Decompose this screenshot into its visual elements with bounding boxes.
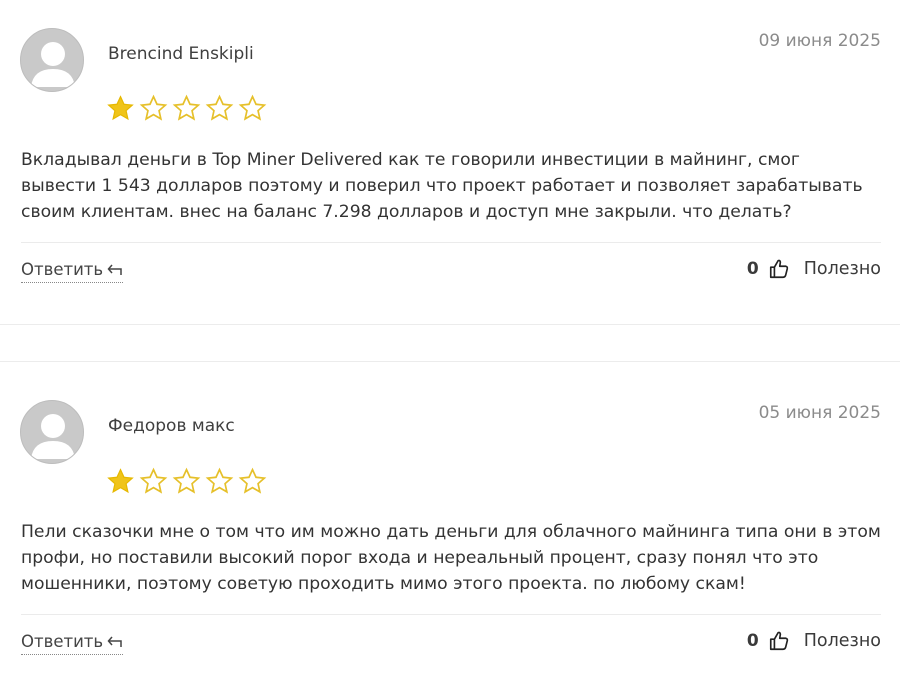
review-text-line: своим клиентам. внес на баланс 7.298 дол… — [21, 202, 792, 222]
review-author: Федоров макс — [108, 416, 235, 436]
star-icon — [205, 467, 234, 494]
user-placeholder-icon — [20, 400, 84, 464]
reply-arrow-icon — [107, 264, 122, 275]
star-icon — [139, 94, 168, 121]
review-text-line: профи, но поставили высокий порог входа … — [21, 548, 819, 568]
useful-vote: 0 Полезно — [747, 630, 881, 652]
useful-vote: 0 Полезно — [747, 258, 881, 280]
review-text-line: вывести 1 543 долларов поэтому и поверил… — [21, 176, 863, 196]
thumbs-up-icon[interactable] — [768, 630, 790, 652]
divider — [21, 614, 881, 615]
divider — [21, 242, 881, 243]
rating-stars — [106, 467, 267, 496]
star-icon — [139, 467, 168, 494]
star-icon — [107, 468, 134, 494]
useful-label[interactable]: Полезно — [804, 631, 881, 651]
review-text-line: Пели сказочки мне о том что им можно дат… — [21, 522, 881, 542]
review-author: Brencind Enskipli — [108, 44, 254, 64]
reply-button[interactable]: Ответить — [21, 260, 124, 283]
reply-arrow-icon — [107, 636, 122, 647]
star-icon — [205, 94, 234, 121]
review-date: 05 июня 2025 — [758, 403, 881, 423]
reply-label: Ответить — [21, 632, 104, 651]
reply-button[interactable]: Ответить — [21, 632, 124, 655]
review-separator — [0, 361, 900, 362]
star-icon — [238, 94, 267, 121]
reply-label: Ответить — [21, 260, 104, 279]
user-placeholder-icon — [20, 28, 84, 92]
thumbs-up-icon[interactable] — [768, 258, 790, 280]
star-icon — [107, 95, 134, 121]
useful-label[interactable]: Полезно — [804, 259, 881, 279]
review-text-line: Вкладывал деньги в Top Miner Delivered к… — [21, 150, 800, 170]
review-separator — [0, 324, 900, 325]
star-icon — [238, 467, 267, 494]
useful-count: 0 — [746, 631, 759, 651]
rating-stars — [106, 94, 267, 123]
useful-count: 0 — [746, 259, 759, 279]
review-text: Вкладывал деньги в Top Miner Delivered к… — [21, 147, 881, 225]
review-text-line: мошенники, поэтому советую проходить мим… — [21, 574, 746, 594]
review-text: Пели сказочки мне о том что им можно дат… — [21, 519, 881, 597]
review-date: 09 июня 2025 — [758, 31, 881, 51]
star-icon — [172, 467, 201, 494]
star-icon — [172, 94, 201, 121]
